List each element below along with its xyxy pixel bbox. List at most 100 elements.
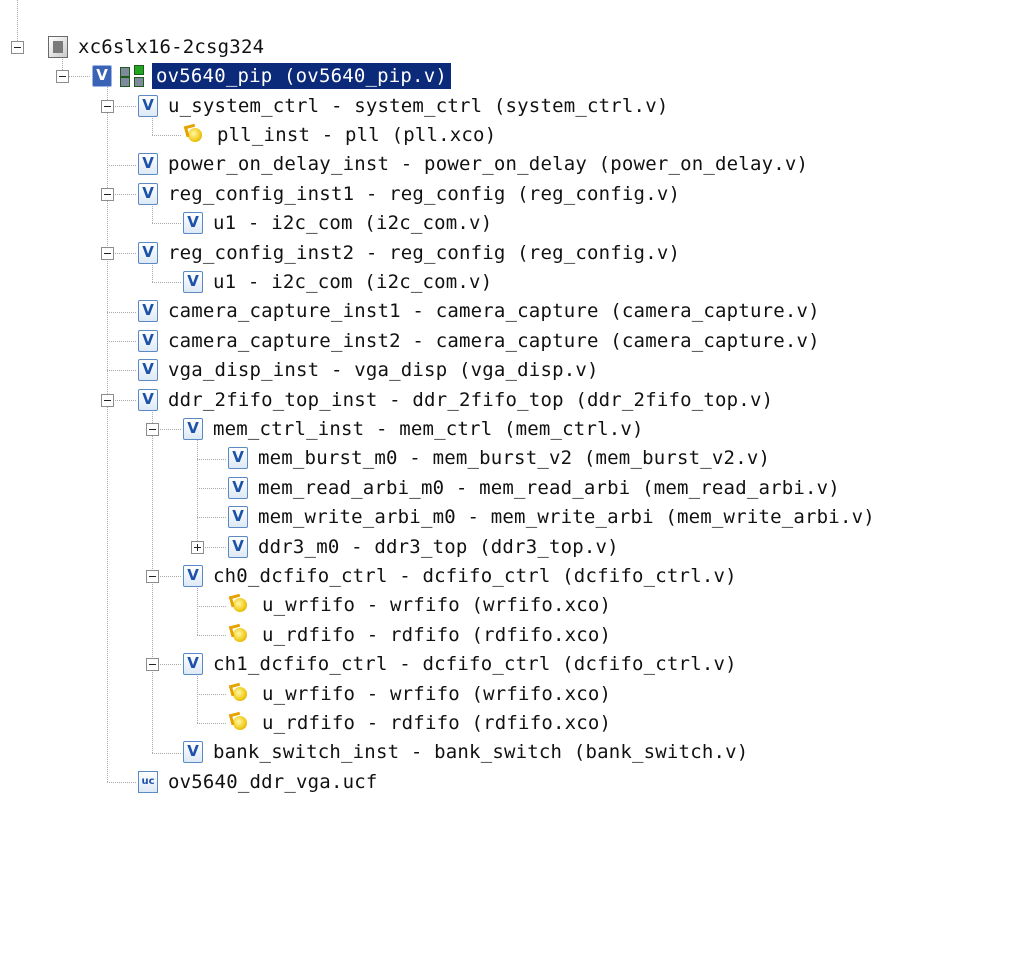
tree-node-label: ch0_dcfifo_ctrl - dcfifo_ctrl (dcfifo_ct… — [213, 565, 737, 587]
verilog-icon: V — [183, 565, 203, 587]
verilog-icon: V — [228, 447, 248, 470]
tree-connector-line — [107, 782, 136, 783]
tree-node-label: reg_config_inst2 - reg_config (reg_confi… — [168, 241, 681, 264]
tree-node-20[interactable]: u_rdfifo - rdfifo (rdfifo.xco) — [228, 620, 615, 649]
tree-node-13[interactable]: Vmem_ctrl_inst - mem_ctrl (mem_ctrl.v) — [183, 415, 648, 444]
ip-core-icon — [183, 124, 207, 146]
tree-node-15[interactable]: Vmem_read_arbi_m0 - mem_read_arbi (mem_r… — [228, 473, 844, 502]
tree-node-label: mem_ctrl_inst - mem_ctrl (mem_ctrl.v) — [213, 418, 644, 440]
collapse-minus-icon[interactable] — [101, 188, 114, 201]
tree-connector-line — [197, 693, 226, 695]
tree-connector-line — [107, 311, 136, 313]
verilog-icon: V — [183, 212, 203, 235]
tree-node-0[interactable]: xc6slx16-2csg324 — [48, 32, 268, 61]
tree-node-14[interactable]: Vmem_burst_m0 - mem_burst_v2 (mem_burst_… — [228, 444, 774, 473]
tree-node-label: u_wrfifo - wrfifo (wrfifo.xco) — [262, 594, 612, 617]
tree-node-1[interactable]: Vov5640_pip (ov5640_pip.v) — [92, 62, 451, 91]
collapse-minus-icon[interactable] — [11, 41, 24, 54]
ip-core-icon — [228, 683, 252, 705]
tree-node-label: mem_read_arbi_m0 - mem_read_arbi (mem_re… — [258, 476, 840, 499]
verilog-icon: V — [138, 153, 158, 176]
tree-node-11[interactable]: Vvga_disp_inst - vga_disp (vga_disp.v) — [138, 356, 603, 385]
tree-node-23[interactable]: u_rdfifo - rdfifo (rdfifo.xco) — [228, 709, 615, 738]
tree-node-label: ov5640_ddr_vga.ucf — [168, 770, 378, 793]
tree-node-8[interactable]: Vu1 - i2c_com (i2c_com.v) — [183, 268, 496, 297]
tree-node-18[interactable]: Vch0_dcfifo_ctrl - dcfifo_ctrl (dcfifo_c… — [183, 562, 741, 591]
tree-connector-line — [197, 605, 226, 607]
collapse-minus-icon[interactable] — [101, 393, 114, 407]
tree-node-2[interactable]: Vu_system_ctrl - system_ctrl (system_ctr… — [138, 91, 672, 120]
verilog-icon: V — [138, 300, 158, 323]
tree-node-label: u_wrfifo - wrfifo (wrfifo.xco) — [262, 682, 612, 705]
collapse-minus-icon[interactable] — [101, 99, 114, 113]
tree-connector-line — [197, 583, 198, 635]
tree-connector-line — [197, 635, 226, 636]
verilog-icon: V — [228, 535, 248, 558]
tree-node-label: bank_switch_inst - bank_switch (bank_swi… — [213, 741, 749, 764]
verilog-icon: V — [228, 476, 248, 499]
tree-connector-line — [197, 671, 198, 724]
tree-node-4[interactable]: Vpower_on_delay_inst - power_on_delay (p… — [138, 150, 812, 179]
ip-core-icon — [228, 712, 252, 734]
tree-node-label: ov5640_pip (ov5640_pip.v) — [152, 63, 451, 90]
tree-node-label: u1 - i2c_com (i2c_com.v) — [213, 271, 493, 293]
collapse-minus-icon[interactable] — [146, 570, 159, 584]
tree-connector-line — [107, 370, 136, 372]
tree-node-label: reg_config_inst1 - reg_config (reg_confi… — [168, 182, 681, 205]
tree-connector-line — [152, 752, 181, 754]
verilog-icon: V — [138, 359, 158, 382]
tree-node-21[interactable]: Vch1_dcfifo_ctrl - dcfifo_ctrl (dcfifo_c… — [183, 650, 741, 679]
tree-node-label: mem_burst_m0 - mem_burst_v2 (mem_burst_v… — [258, 447, 771, 470]
tree-node-label: camera_capture_inst1 - camera_capture (c… — [168, 300, 820, 323]
tree-connector-line — [152, 282, 181, 284]
ip-core-icon — [228, 624, 252, 646]
tree-node-label: camera_capture_inst2 - camera_capture (c… — [168, 329, 820, 352]
collapse-minus-icon[interactable] — [56, 70, 69, 84]
expand-plus-icon[interactable] — [191, 540, 204, 554]
tree-node-9[interactable]: Vcamera_capture_inst1 - camera_capture (… — [138, 297, 824, 326]
verilog-icon: V — [138, 94, 158, 117]
tree-node-25[interactable]: uc ov5640_ddr_vga.ucf — [138, 767, 382, 796]
verilog-top-icon: V — [92, 65, 112, 88]
tree-node-label: ch1_dcfifo_ctrl - dcfifo_ctrl (dcfifo_ct… — [213, 653, 737, 676]
tree-node-label: u_rdfifo - rdfifo (rdfifo.xco) — [262, 712, 612, 734]
tree-connector-line — [107, 164, 136, 166]
tree-connector-line — [197, 436, 198, 547]
hierarchy-module-icon — [118, 65, 146, 88]
ip-core-icon — [228, 594, 252, 616]
tree-node-7[interactable]: Vreg_config_inst2 - reg_config (reg_conf… — [138, 238, 684, 267]
tree-node-label: u_system_ctrl - system_ctrl (system_ctrl… — [168, 94, 669, 117]
tree-connector-line — [152, 223, 181, 225]
tree-node-label: pll_inst - pll (pll.xco) — [217, 124, 497, 146]
tree-node-24[interactable]: Vbank_switch_inst - bank_switch (bank_sw… — [183, 738, 752, 767]
tree-connector-line — [197, 458, 226, 460]
design-hierarchy-tree: xc6slx16-2csg324 Vov5640_pip (ov5640_pip.… — [0, 0, 1017, 978]
collapse-minus-icon[interactable] — [101, 246, 114, 260]
tree-node-10[interactable]: Vcamera_capture_inst2 - camera_capture (… — [138, 326, 824, 355]
tree-connector-line — [152, 135, 181, 137]
tree-node-label: u1 - i2c_com (i2c_com.v) — [213, 212, 493, 235]
tree-node-6[interactable]: Vu1 - i2c_com (i2c_com.v) — [183, 209, 496, 238]
tree-node-19[interactable]: u_wrfifo - wrfifo (wrfifo.xco) — [228, 591, 615, 620]
tree-node-label: vga_disp_inst - vga_disp (vga_disp.v) — [168, 359, 599, 382]
tree-connector-line — [107, 341, 136, 342]
collapse-minus-icon[interactable] — [146, 658, 159, 672]
tree-node-5[interactable]: Vreg_config_inst1 - reg_config (reg_conf… — [138, 179, 684, 208]
verilog-icon: V — [183, 741, 203, 764]
collapse-minus-icon[interactable] — [146, 423, 159, 437]
tree-node-17[interactable]: Vddr3_m0 - ddr3_top (ddr3_top.v) — [228, 532, 623, 561]
tree-node-16[interactable]: Vmem_write_arbi_m0 - mem_write_arbi (mem… — [228, 503, 879, 532]
tree-node-label: ddr3_m0 - ddr3_top (ddr3_top.v) — [258, 535, 619, 558]
tree-connector-line — [17, 0, 18, 41]
tree-node-3[interactable]: pll_inst - pll (pll.xco) — [183, 121, 500, 150]
tree-connector-line — [197, 488, 226, 489]
tree-node-12[interactable]: Vddr_2fifo_top_inst - ddr_2fifo_top (ddr… — [138, 385, 777, 414]
tree-node-label: mem_write_arbi_m0 - mem_write_arbi (mem_… — [258, 506, 875, 529]
tree-node-label: xc6slx16-2csg324 — [78, 35, 265, 58]
tree-node-22[interactable]: u_wrfifo - wrfifo (wrfifo.xco) — [228, 679, 615, 708]
tree-node-label: u_rdfifo - rdfifo (rdfifo.xco) — [262, 623, 612, 646]
tree-connector-line — [197, 517, 226, 519]
verilog-icon: V — [228, 506, 248, 529]
tree-connector-line — [197, 723, 226, 725]
tree-node-label: power_on_delay_inst - power_on_delay (po… — [168, 153, 809, 176]
